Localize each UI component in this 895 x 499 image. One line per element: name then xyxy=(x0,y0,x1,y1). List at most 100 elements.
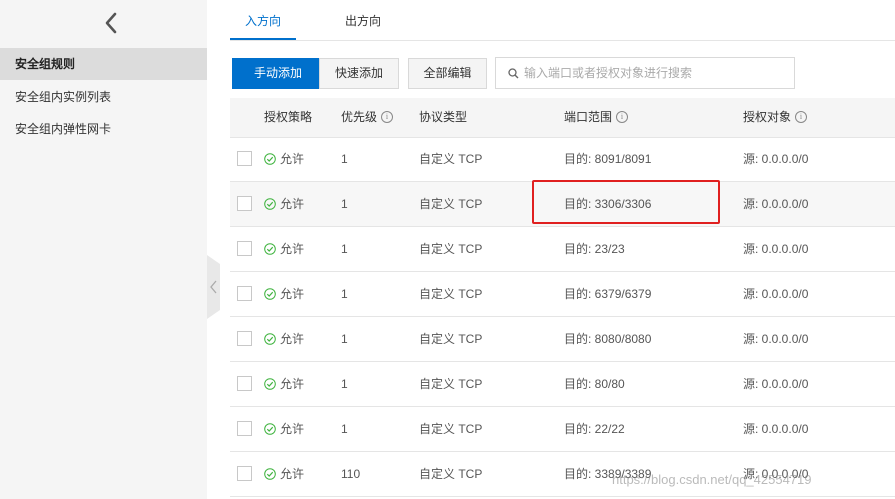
policy-cell: 允许 xyxy=(264,272,304,316)
policy-cell: 允许 xyxy=(264,182,304,226)
source-cell: 源: 0.0.0.0/0 xyxy=(743,467,809,481)
sidebar: 安全组规则 安全组内实例列表 安全组内弹性网卡 xyxy=(0,0,207,499)
table-row: 允许 1 自定义 TCP 目的: 22/22 源: 0.0.0.0/0 xyxy=(230,407,895,452)
row-checkbox[interactable] xyxy=(237,241,252,256)
policy-text: 允许 xyxy=(280,287,305,301)
protocol-cell: 自定义 TCP xyxy=(419,242,483,256)
protocol-cell: 自定义 TCP xyxy=(419,377,483,391)
row-checkbox[interactable] xyxy=(237,151,252,166)
row-checkbox[interactable] xyxy=(237,376,252,391)
port-cell: 目的: 6379/6379 xyxy=(564,287,652,301)
policy-cell: 允许 xyxy=(264,452,304,496)
sidebar-item-elastic-nic[interactable]: 安全组内弹性网卡 xyxy=(0,113,207,145)
search-icon xyxy=(508,68,519,79)
priority-cell: 110 xyxy=(341,467,361,481)
protocol-cell: 自定义 TCP xyxy=(419,422,483,436)
port-cell: 目的: 8091/8091 xyxy=(564,152,652,166)
header-auth-object: 授权对象 i xyxy=(743,98,808,137)
table-row: 允许 1 自定义 TCP 目的: 3306/3306 源: 0.0.0.0/0 xyxy=(230,182,895,227)
header-auth-object-label: 授权对象 xyxy=(743,110,792,124)
policy-text: 允许 xyxy=(280,152,305,166)
policy-text: 允许 xyxy=(280,467,305,481)
header-protocol: 协议类型 xyxy=(419,110,468,124)
header-policy: 授权策略 xyxy=(264,110,313,124)
source-cell: 源: 0.0.0.0/0 xyxy=(743,152,809,166)
quick-add-button[interactable]: 快速添加 xyxy=(319,58,399,89)
check-circle-icon xyxy=(264,423,276,435)
row-checkbox[interactable] xyxy=(237,466,252,481)
search-input[interactable] xyxy=(524,64,784,82)
priority-cell: 1 xyxy=(341,242,348,256)
source-cell: 源: 0.0.0.0/0 xyxy=(743,422,809,436)
check-circle-icon xyxy=(264,378,276,390)
manual-add-button[interactable]: 手动添加 xyxy=(232,58,324,89)
tab-inbound[interactable]: 入方向 xyxy=(230,0,296,40)
port-cell: 目的: 3389/3389 xyxy=(564,467,652,481)
sidebar-item-instance-list[interactable]: 安全组内实例列表 xyxy=(0,81,207,113)
source-cell: 源: 0.0.0.0/0 xyxy=(743,377,809,391)
policy-text: 允许 xyxy=(280,422,305,436)
rules-table-body: 允许 1 自定义 TCP 目的: 8091/8091 源: 0.0.0.0/0 … xyxy=(230,137,895,497)
table-row: 允许 1 自定义 TCP 目的: 6379/6379 源: 0.0.0.0/0 xyxy=(230,272,895,317)
table-row: 允许 110 自定义 TCP 目的: 3389/3389 源: 0.0.0.0/… xyxy=(230,452,895,497)
priority-cell: 1 xyxy=(341,332,348,346)
search-box xyxy=(495,57,795,89)
row-checkbox[interactable] xyxy=(237,196,252,211)
check-circle-icon xyxy=(264,468,276,480)
policy-cell: 允许 xyxy=(264,227,304,271)
priority-cell: 1 xyxy=(341,197,348,211)
check-circle-icon xyxy=(264,333,276,345)
table-row: 允许 1 自定义 TCP 目的: 23/23 源: 0.0.0.0/0 xyxy=(230,227,895,272)
port-cell: 目的: 23/23 xyxy=(564,242,625,256)
header-port-range: 端口范围 i xyxy=(564,98,629,137)
table-header: 授权策略 优先级 i 协议类型 端口范围 i 授权对象 i xyxy=(230,98,895,138)
info-icon[interactable]: i xyxy=(616,110,629,123)
tab-outbound[interactable]: 出方向 xyxy=(330,0,396,40)
sidebar-item-security-group-rules[interactable]: 安全组规则 xyxy=(0,48,207,80)
policy-cell: 允许 xyxy=(264,137,304,181)
header-port-range-label: 端口范围 xyxy=(564,110,613,124)
row-checkbox[interactable] xyxy=(237,286,252,301)
check-circle-icon xyxy=(264,153,276,165)
chevron-left-icon xyxy=(105,12,117,34)
header-priority-label: 优先级 xyxy=(341,110,378,124)
priority-cell: 1 xyxy=(341,287,348,301)
policy-text: 允许 xyxy=(280,197,305,211)
sidebar-collapse-handle[interactable] xyxy=(207,255,220,319)
protocol-cell: 自定义 TCP xyxy=(419,332,483,346)
chevron-left-icon xyxy=(210,280,217,294)
direction-tabs: 入方向 出方向 xyxy=(230,0,895,41)
table-row: 允许 1 自定义 TCP 目的: 8091/8091 源: 0.0.0.0/0 xyxy=(230,137,895,182)
port-cell: 目的: 22/22 xyxy=(564,422,625,436)
policy-cell: 允许 xyxy=(264,362,304,406)
policy-cell: 允许 xyxy=(264,317,304,361)
row-checkbox[interactable] xyxy=(237,331,252,346)
row-checkbox[interactable] xyxy=(237,421,252,436)
check-circle-icon xyxy=(264,288,276,300)
priority-cell: 1 xyxy=(341,152,348,166)
info-icon[interactable]: i xyxy=(795,110,808,123)
protocol-cell: 自定义 TCP xyxy=(419,467,483,481)
port-cell: 目的: 80/80 xyxy=(564,377,625,391)
check-circle-icon xyxy=(264,198,276,210)
table-row: 允许 1 自定义 TCP 目的: 8080/8080 源: 0.0.0.0/0 xyxy=(230,317,895,362)
protocol-cell: 自定义 TCP xyxy=(419,152,483,166)
port-cell: 目的: 8080/8080 xyxy=(564,332,652,346)
back-button[interactable] xyxy=(100,10,124,36)
header-priority: 优先级 i xyxy=(341,98,394,137)
policy-text: 允许 xyxy=(280,332,305,346)
source-cell: 源: 0.0.0.0/0 xyxy=(743,242,809,256)
source-cell: 源: 0.0.0.0/0 xyxy=(743,287,809,301)
policy-text: 允许 xyxy=(280,377,305,391)
protocol-cell: 自定义 TCP xyxy=(419,197,483,211)
port-cell: 目的: 3306/3306 xyxy=(564,197,652,211)
policy-text: 允许 xyxy=(280,242,305,256)
main-content: 入方向 出方向 手动添加 快速添加 全部编辑 授权策略 优先级i 协议类型 端口… xyxy=(220,0,895,499)
source-cell: 源: 0.0.0.0/0 xyxy=(743,197,809,211)
priority-cell: 1 xyxy=(341,422,348,436)
edit-all-button[interactable]: 全部编辑 xyxy=(408,58,487,89)
info-icon[interactable]: i xyxy=(381,110,394,123)
policy-cell: 允许 xyxy=(264,407,304,451)
table-row: 允许 1 自定义 TCP 目的: 80/80 源: 0.0.0.0/0 xyxy=(230,362,895,407)
source-cell: 源: 0.0.0.0/0 xyxy=(743,332,809,346)
